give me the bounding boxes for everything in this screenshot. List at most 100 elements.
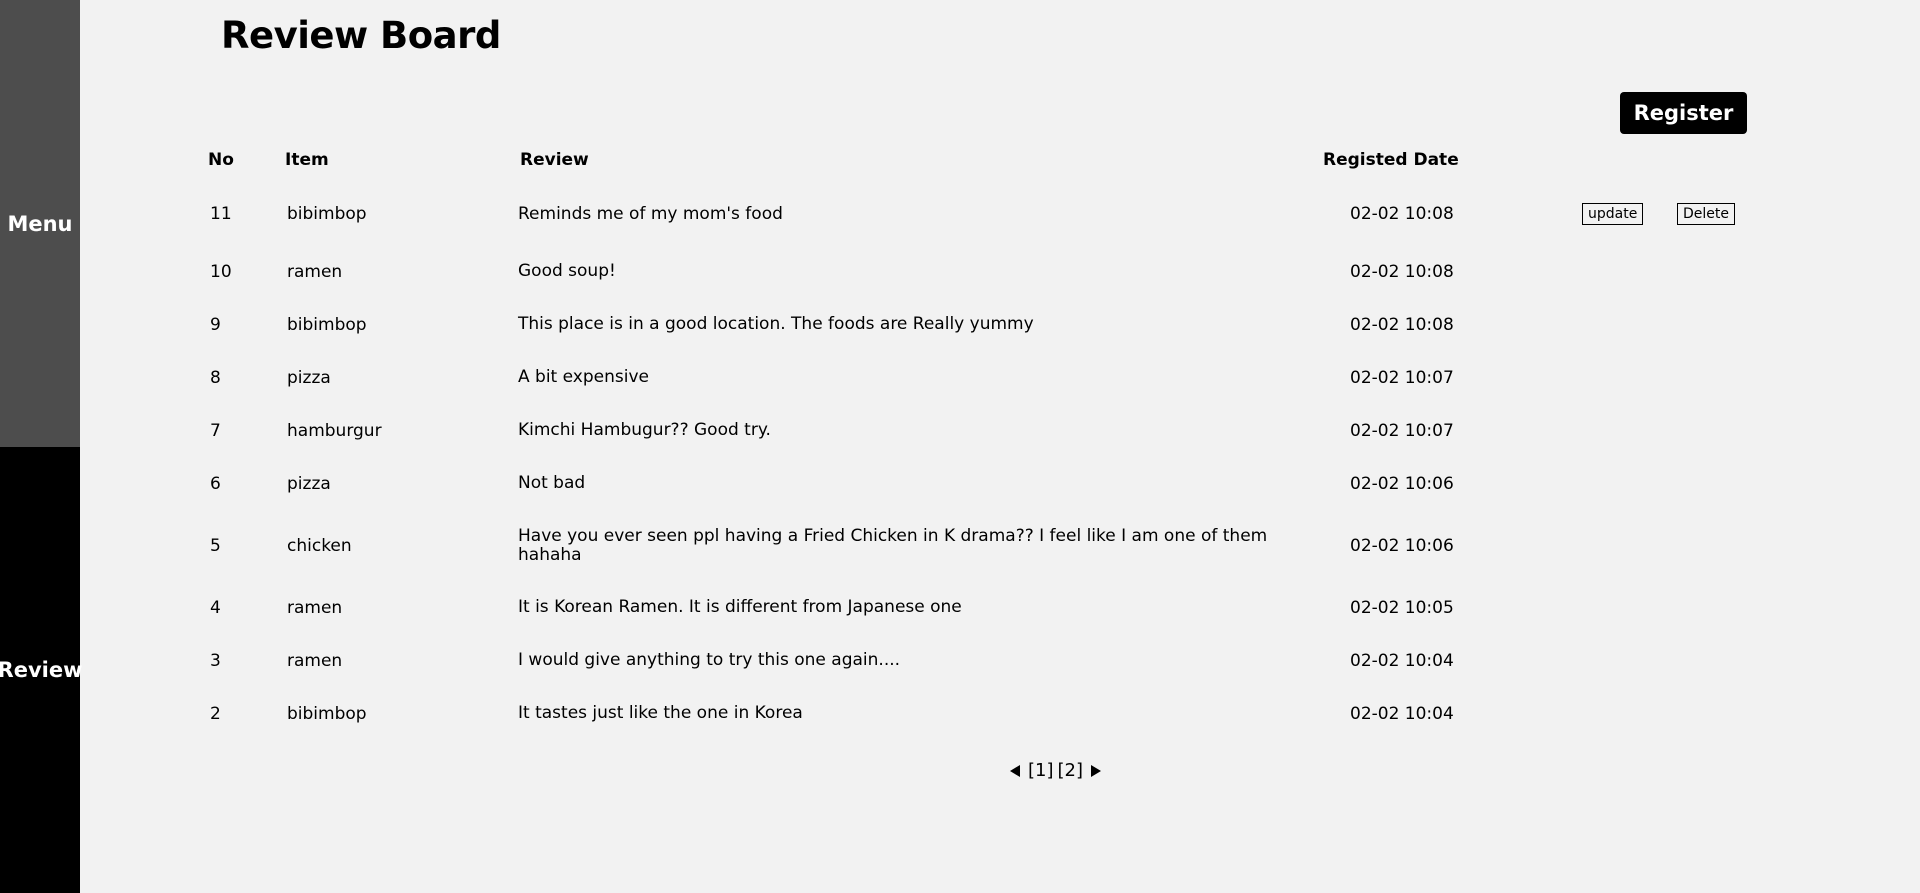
pagination: [1] [2] (1010, 760, 1101, 781)
row-no: 10 (210, 261, 232, 282)
row-review: I would give anything to try this one ag… (514, 634, 1350, 687)
table-row[interactable]: 8 pizza A bit expensive 02-02 10:07 (204, 351, 1764, 404)
empty-cell (1673, 687, 1764, 740)
row-date: 02-02 10:07 (1350, 420, 1454, 441)
empty-cell (1576, 404, 1673, 457)
review-text: Not bad (518, 473, 586, 493)
table-row[interactable]: 10 ramen Good soup! 02-02 10:08 (204, 245, 1764, 298)
review-text: It is Korean Ramen. It is different from… (518, 597, 962, 617)
empty-cell (1673, 634, 1764, 687)
row-review: It tastes just like the one in Korea (514, 687, 1350, 740)
row-item: hamburgur (287, 420, 382, 441)
row-no: 6 (210, 473, 221, 494)
review-text: A bit expensive (518, 367, 649, 387)
row-review: A bit expensive (514, 351, 1350, 404)
empty-cell (1673, 298, 1764, 351)
row-item: ramen (287, 261, 343, 282)
row-date: 02-02 10:07 (1350, 367, 1454, 388)
row-no: 4 (210, 597, 221, 618)
empty-cell (1673, 581, 1764, 634)
row-no: 3 (210, 650, 221, 671)
update-button[interactable]: update (1582, 203, 1644, 225)
review-table: No Item Review Registed Date 11 bibimbop… (204, 136, 1764, 740)
row-review: It is Korean Ramen. It is different from… (514, 581, 1350, 634)
row-date: 02-02 10:04 (1350, 703, 1454, 724)
row-no: 2 (210, 703, 221, 724)
row-review: Have you ever seen ppl having a Fried Ch… (514, 510, 1350, 581)
row-item: ramen (287, 650, 343, 671)
triangle-right-icon[interactable] (1091, 764, 1101, 777)
row-date: 02-02 10:08 (1350, 261, 1454, 282)
row-date: 02-02 10:05 (1350, 597, 1454, 618)
column-header-review: Review (520, 149, 589, 170)
row-item: bibimbop (287, 204, 367, 224)
row-review: This place is in a good location. The fo… (514, 298, 1350, 351)
row-review: Good soup! (514, 245, 1350, 298)
row-item: pizza (287, 473, 331, 494)
review-text: This place is in a good location. The fo… (518, 314, 1034, 334)
register-button[interactable]: Register (1620, 92, 1747, 134)
delete-cell: Delete (1673, 183, 1764, 245)
row-review: Not bad (514, 457, 1350, 510)
column-header-item: Item (285, 149, 329, 170)
row-no: 5 (210, 535, 221, 556)
review-text: Good soup! (518, 261, 616, 281)
empty-cell (1576, 581, 1673, 634)
empty-cell (1576, 245, 1673, 298)
review-text: Reminds me of my mom's food (518, 203, 783, 224)
empty-cell (1576, 351, 1673, 404)
review-text: It tastes just like the one in Korea (518, 703, 803, 723)
table-row[interactable]: 2 bibimbop It tastes just like the one i… (204, 687, 1764, 740)
delete-button[interactable]: Delete (1677, 203, 1735, 225)
empty-cell (1673, 351, 1764, 404)
row-no: 8 (210, 367, 221, 388)
row-date: 02-02 10:06 (1350, 473, 1454, 494)
column-header-date: Registed Date (1323, 136, 1576, 183)
table-row[interactable]: 9 bibimbop This place is in a good locat… (204, 298, 1764, 351)
page-link-1[interactable]: [1] (1028, 760, 1054, 781)
table-header-row: No Item Review Registed Date (204, 136, 1764, 183)
review-text: Have you ever seen ppl having a Fried Ch… (518, 525, 1268, 565)
row-no: 7 (210, 420, 221, 441)
column-header-no: No (208, 149, 234, 170)
table-row[interactable]: 4 ramen It is Korean Ramen. It is differ… (204, 581, 1764, 634)
empty-cell (1673, 510, 1764, 581)
sidebar-item-review[interactable]: Review (0, 447, 83, 893)
row-date: 02-02 10:08 (1350, 204, 1454, 224)
empty-cell (1576, 510, 1673, 581)
empty-cell (1673, 245, 1764, 298)
row-no: 9 (210, 314, 221, 335)
page-link-2[interactable]: [2] (1058, 760, 1084, 781)
table-row[interactable]: 7 hamburgur Kimchi Hambugur?? Good try. … (204, 404, 1764, 457)
row-item: chicken (287, 535, 352, 556)
review-text: Kimchi Hambugur?? Good try. (518, 420, 771, 440)
row-review: Reminds me of my mom's food (514, 183, 1350, 245)
row-review: Kimchi Hambugur?? Good try. (514, 404, 1350, 457)
triangle-left-icon[interactable] (1010, 764, 1020, 777)
row-item: ramen (287, 597, 343, 618)
table-row[interactable]: 6 pizza Not bad 02-02 10:06 (204, 457, 1764, 510)
table-row[interactable]: 11 bibimbop Reminds me of my mom's food … (204, 183, 1764, 245)
update-cell: update (1576, 183, 1673, 245)
row-item: bibimbop (287, 314, 367, 335)
table-row[interactable]: 3 ramen I would give anything to try thi… (204, 634, 1764, 687)
row-item: pizza (287, 367, 331, 388)
empty-cell (1673, 457, 1764, 510)
column-header-empty (1576, 136, 1673, 183)
sidebar-item-label: Menu (7, 211, 73, 236)
empty-cell (1576, 298, 1673, 351)
page-title: Review Board (221, 14, 501, 57)
sidebar-item-menu[interactable]: Menu (0, 0, 80, 447)
sidebar: Menu Review (0, 0, 83, 893)
column-header-date-label: Registed Date (1323, 149, 1459, 170)
sidebar-item-label: Review (0, 658, 83, 682)
row-item: bibimbop (287, 703, 367, 724)
table-row[interactable]: 5 chicken Have you ever seen ppl having … (204, 510, 1764, 581)
empty-cell (1576, 457, 1673, 510)
empty-cell (1576, 634, 1673, 687)
row-no: 11 (210, 204, 232, 224)
row-date: 02-02 10:04 (1350, 650, 1454, 671)
empty-cell (1576, 687, 1673, 740)
empty-cell (1673, 404, 1764, 457)
row-date: 02-02 10:06 (1350, 535, 1454, 556)
